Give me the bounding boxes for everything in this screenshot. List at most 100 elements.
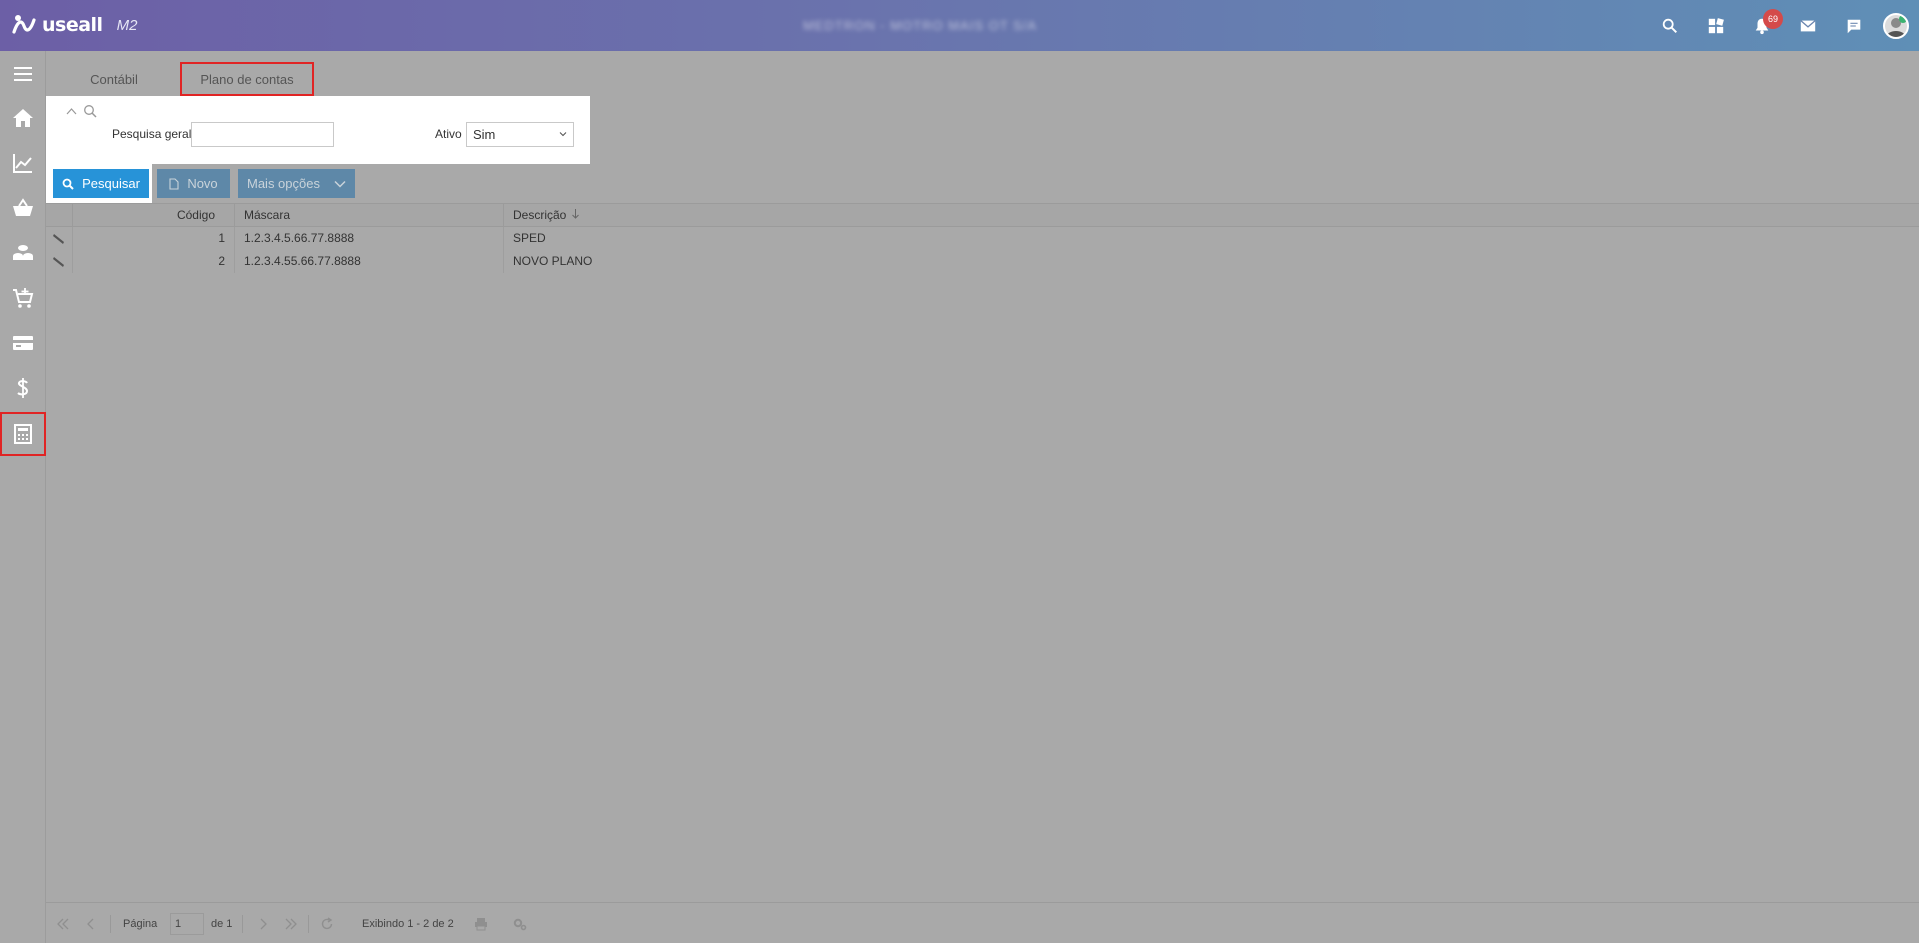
print-button[interactable] — [474, 903, 488, 943]
pager: Página de 1 Exibindo 1 - 2 de 2 — [46, 902, 1919, 943]
previous-page-button[interactable] — [84, 903, 98, 943]
version-label: M2 — [116, 16, 138, 34]
useall-logo-icon — [12, 15, 36, 34]
refresh-button[interactable] — [320, 903, 334, 943]
cell-description: SPED — [513, 231, 546, 245]
card-icon — [13, 336, 33, 350]
column-header-description[interactable]: Descrição — [504, 204, 1919, 226]
display-info-text: Exibindo 1 - 2 de 2 — [362, 917, 454, 930]
active-select-value: Sim — [473, 127, 496, 142]
dollar-icon — [17, 378, 29, 398]
tab-plano-de-contas[interactable]: Plano de contas — [180, 62, 314, 96]
gears-icon — [513, 918, 527, 930]
logo[interactable]: useall M2 — [12, 12, 137, 38]
notifications-badge: 69 — [1763, 9, 1783, 29]
cell-code: 2 — [73, 250, 235, 273]
column-header-description-label: Descrição — [513, 208, 567, 222]
chevron-up-icon[interactable] — [66, 107, 77, 115]
page-label: Página — [123, 917, 158, 930]
chart-icon — [13, 154, 32, 173]
new-button-label: Novo — [187, 176, 218, 191]
sidebar-item-stock[interactable] — [0, 231, 46, 275]
refresh-icon — [321, 916, 333, 929]
filter-panel: Pesquisa geral Ativo Sim — [46, 96, 590, 164]
search-button-label: Pesquisar — [82, 176, 140, 191]
sidebar-item-accounting[interactable] — [0, 412, 46, 456]
cart-add-icon — [13, 288, 34, 308]
sort-desc-icon — [571, 209, 579, 219]
sidebar-item-sales[interactable] — [0, 186, 46, 230]
edit-row-button[interactable] — [46, 227, 73, 250]
page-number-input[interactable] — [170, 912, 204, 935]
mail-icon — [1800, 19, 1816, 31]
brand-name: useall — [42, 14, 103, 36]
sidebar-item-home[interactable] — [0, 96, 46, 140]
pager-divider — [110, 915, 111, 933]
online-status-dot — [1899, 14, 1907, 23]
chevron-down-icon — [559, 132, 567, 137]
sidebar-item-dashboard[interactable] — [0, 141, 46, 185]
chevron-left-icon — [87, 918, 94, 929]
home-icon — [13, 109, 33, 127]
next-page-button[interactable] — [256, 903, 270, 943]
company-name[interactable]: MEDTRON - MOTRO MAIS OT S/A — [760, 18, 1080, 33]
general-search-input[interactable] — [191, 122, 334, 147]
chat-button[interactable] — [1831, 0, 1877, 51]
chevron-right-icon — [260, 918, 267, 929]
active-label: Ativo — [435, 127, 462, 141]
accounts-grid: Código Máscara Descrição 1 1.2.3.4.5.66.… — [46, 203, 1919, 273]
new-button[interactable]: Novo — [157, 169, 230, 198]
column-header-mask[interactable]: Máscara — [235, 204, 504, 226]
search-button[interactable]: Pesquisar — [53, 169, 149, 198]
apps-button[interactable] — [1693, 0, 1739, 51]
search-icon — [62, 178, 74, 190]
user-avatar[interactable] — [1883, 12, 1909, 39]
chevron-down-icon — [334, 180, 346, 188]
table-row[interactable]: 2 1.2.3.4.55.66.77.8888 NOVO PLANO — [46, 250, 1919, 273]
double-chevron-left-icon — [57, 918, 69, 929]
pager-divider — [308, 915, 309, 933]
more-options-button[interactable]: Mais opções — [238, 169, 355, 198]
double-chevron-right-icon — [285, 918, 297, 929]
more-options-label: Mais opções — [247, 176, 320, 191]
search-icon — [1662, 18, 1678, 33]
sidebar-item-financial[interactable] — [0, 366, 46, 410]
active-select[interactable]: Sim — [466, 122, 574, 147]
pencil-icon — [53, 233, 64, 244]
edit-row-button[interactable] — [46, 250, 73, 273]
sidebar-item-payments[interactable] — [0, 321, 46, 365]
printer-icon — [475, 917, 487, 930]
coins-icon — [13, 245, 33, 260]
cell-mask: 1.2.3.4.5.66.77.8888 — [235, 227, 504, 250]
tab-bar: Contábil Plano de contas — [46, 51, 1919, 96]
pencil-icon — [53, 256, 64, 267]
grid-settings-button[interactable] — [513, 903, 527, 943]
first-page-button[interactable] — [56, 903, 70, 943]
cell-code: 1 — [73, 227, 235, 250]
table-row[interactable]: 1 1.2.3.4.5.66.77.8888 SPED — [46, 227, 1919, 250]
calculator-icon — [14, 424, 32, 444]
page-total-label: de 1 — [211, 917, 233, 930]
mail-button[interactable] — [1785, 0, 1831, 51]
sidebar-menu-toggle[interactable] — [0, 52, 46, 96]
chat-icon — [1847, 19, 1861, 33]
grid-header: Código Máscara Descrição — [46, 203, 1919, 227]
document-icon — [169, 177, 179, 190]
search-button[interactable] — [1647, 0, 1693, 51]
cell-mask: 1.2.3.4.55.66.77.8888 — [235, 250, 504, 273]
basket-icon — [13, 198, 33, 216]
pager-divider — [242, 915, 243, 933]
notifications-button[interactable]: 69 — [1739, 0, 1785, 51]
menu-icon — [14, 67, 32, 81]
sidebar — [0, 51, 46, 943]
last-page-button[interactable] — [284, 903, 298, 943]
cell-description: NOVO PLANO — [513, 254, 593, 268]
general-search-label: Pesquisa geral — [112, 127, 192, 141]
sidebar-item-purchases[interactable] — [0, 276, 46, 320]
tab-contabil[interactable]: Contábil — [68, 62, 160, 96]
edit-column-header — [46, 204, 73, 226]
apps-grid-icon — [1708, 17, 1724, 33]
column-header-code[interactable]: Código — [73, 204, 235, 226]
top-bar: useall M2 MEDTRON - MOTRO MAIS OT S/A 69 — [0, 0, 1919, 51]
search-icon — [84, 105, 97, 118]
